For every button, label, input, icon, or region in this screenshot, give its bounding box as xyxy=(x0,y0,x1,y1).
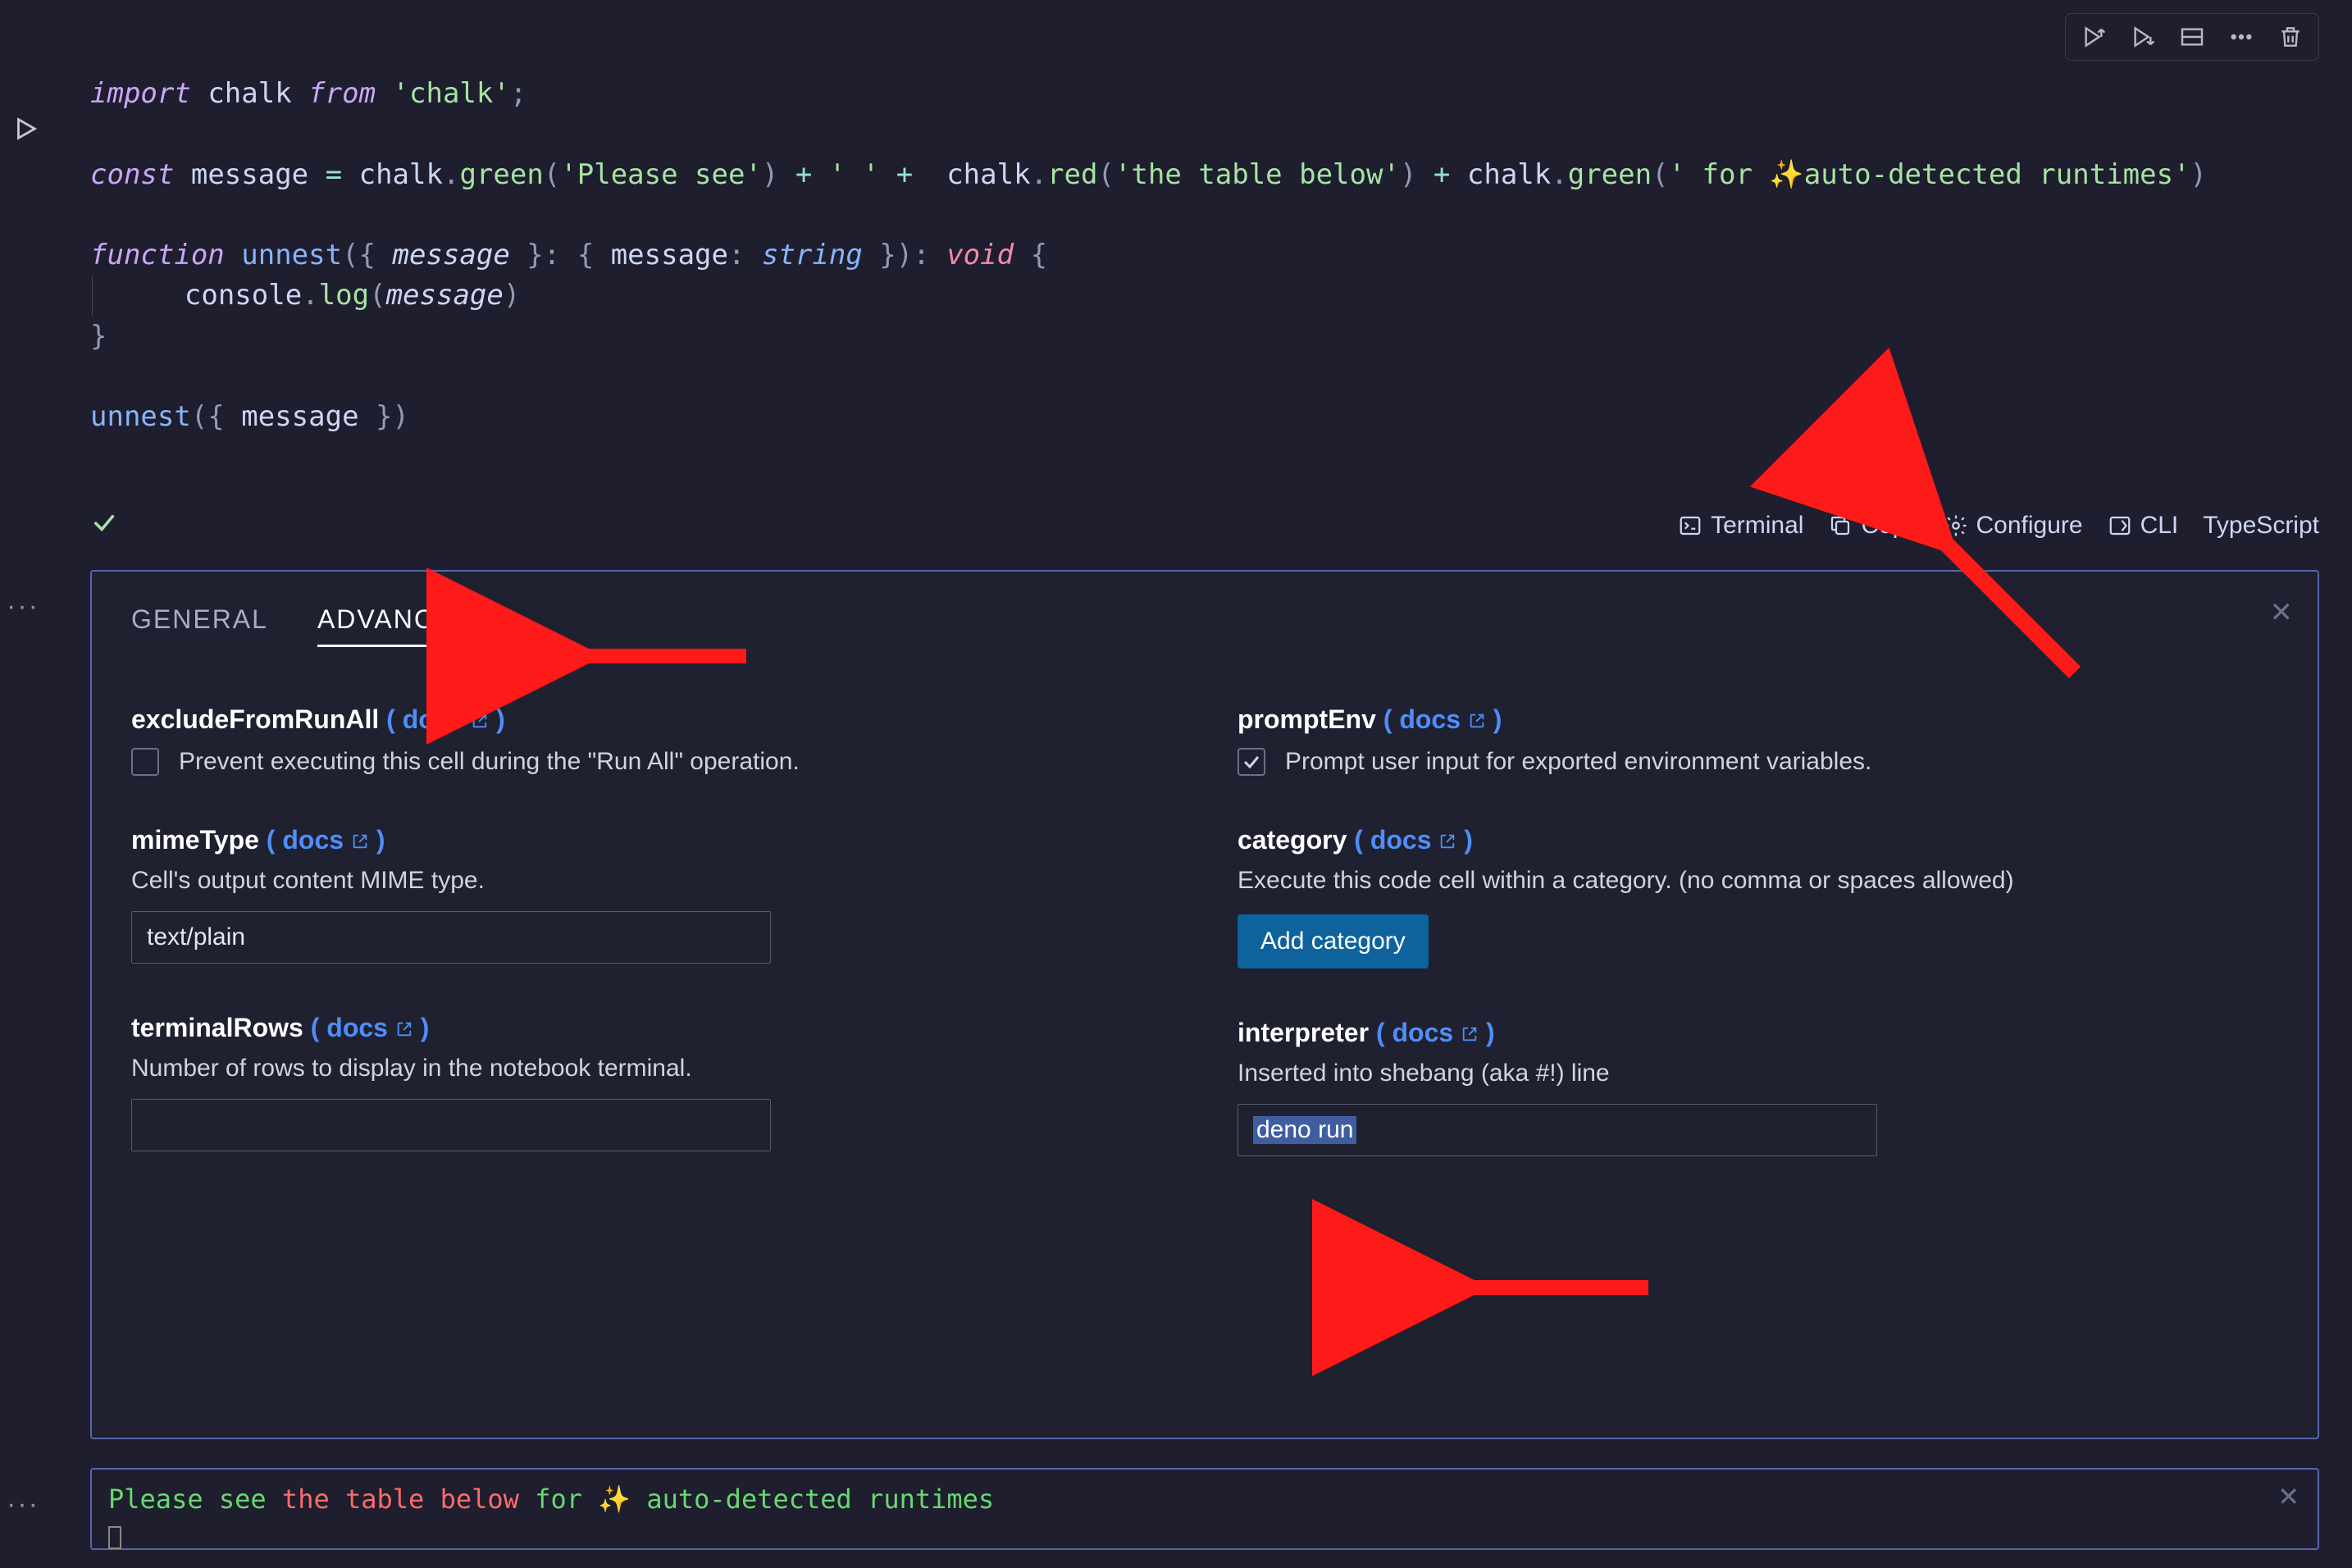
terminal-action[interactable]: Terminal xyxy=(1678,512,1803,540)
docs-link[interactable]: ( docs ) xyxy=(386,704,505,734)
close-icon[interactable]: ✕ xyxy=(2277,1481,2300,1512)
cli-action[interactable]: CLI xyxy=(2108,512,2179,540)
run-cell-button[interactable] xyxy=(11,115,39,148)
checkbox-promptEnv[interactable] xyxy=(1238,748,1265,776)
output-cell: ✕ Please see the table below for ✨ ✨ aut… xyxy=(90,1468,2319,1550)
tab-general[interactable]: GENERAL xyxy=(131,604,268,647)
language-label[interactable]: TypeScript xyxy=(2203,512,2319,540)
cli-label: CLI xyxy=(2140,512,2179,540)
configure-panel: ✕ GENERAL ADVANCED excludeFromRunAll ( d… xyxy=(90,570,2319,1439)
copy-label: Copy xyxy=(1861,512,1918,540)
success-check-icon xyxy=(90,508,118,543)
docs-link[interactable]: ( docs ) xyxy=(1376,1018,1495,1047)
field-desc: Prevent executing this cell during the "… xyxy=(179,748,800,776)
terminal-label: Terminal xyxy=(1711,512,1803,540)
field-terminalRows: terminalRows ( docs ) Number of rows to … xyxy=(131,1013,1172,1151)
more-icon[interactable] xyxy=(2227,22,2256,52)
annotation-arrow xyxy=(1443,1263,1657,1318)
field-promptEnv: promptEnv ( docs ) Prompt user input for… xyxy=(1238,704,2278,776)
field-title: interpreter xyxy=(1238,1018,1369,1047)
close-icon[interactable]: ✕ xyxy=(2270,596,2294,629)
field-title: promptEnv xyxy=(1238,704,1376,734)
field-title: excludeFromRunAll xyxy=(131,704,379,734)
checkbox-excludeFromRunAll[interactable] xyxy=(131,748,159,776)
field-interpreter: interpreter ( docs ) Inserted into sheba… xyxy=(1238,1018,2278,1156)
delete-icon[interactable] xyxy=(2276,22,2305,52)
cell-more-gutter[interactable]: ··· xyxy=(7,590,39,622)
output-text: Please see the table below for ✨ ✨ auto-… xyxy=(108,1481,2301,1555)
docs-link[interactable]: ( docs ) xyxy=(267,825,385,855)
field-excludeFromRunAll: excludeFromRunAll ( docs ) Prevent execu… xyxy=(131,704,1172,776)
field-mimeType: mimeType ( docs ) Cell's output content … xyxy=(131,825,1172,964)
field-desc: Cell's output content MIME type. xyxy=(131,867,1172,895)
split-cell-icon[interactable] xyxy=(2177,22,2207,52)
add-category-button[interactable]: Add category xyxy=(1238,914,1429,969)
output-more-gutter[interactable]: ··· xyxy=(7,1488,39,1520)
field-desc: Number of rows to display in the noteboo… xyxy=(131,1055,1172,1083)
copy-action[interactable]: Copy xyxy=(1828,512,1918,540)
field-title: terminalRows xyxy=(131,1013,303,1042)
annotation-arrow xyxy=(558,631,754,686)
code-cell[interactable]: import chalk from 'chalk'; const message… xyxy=(90,74,2319,438)
code-content[interactable]: import chalk from 'chalk'; const message… xyxy=(90,74,2319,438)
field-title: category xyxy=(1238,825,1347,855)
input-interpreter[interactable]: deno run xyxy=(1238,1104,1877,1156)
field-desc: Execute this code cell within a category… xyxy=(1238,867,2278,895)
tab-advanced[interactable]: ADVANCED xyxy=(317,604,474,647)
input-mimeType[interactable] xyxy=(131,911,771,964)
cell-toolbar xyxy=(2065,13,2319,61)
interpreter-value: deno run xyxy=(1253,1116,1356,1144)
annotation-arrow xyxy=(1911,508,2091,695)
input-terminalRows[interactable] xyxy=(131,1099,771,1151)
docs-link[interactable]: ( docs ) xyxy=(1383,704,1502,734)
field-desc: Inserted into shebang (aka #!) line xyxy=(1238,1060,2278,1087)
execute-below-icon[interactable] xyxy=(2128,22,2158,52)
field-title: mimeType xyxy=(131,825,259,855)
docs-link[interactable]: ( docs ) xyxy=(1354,825,1473,855)
docs-link[interactable]: ( docs ) xyxy=(311,1013,430,1042)
cursor-icon xyxy=(108,1526,121,1549)
field-category: category ( docs ) Execute this code cell… xyxy=(1238,825,2278,969)
field-desc: Prompt user input for exported environme… xyxy=(1285,748,1871,776)
execute-above-icon[interactable] xyxy=(2079,22,2108,52)
